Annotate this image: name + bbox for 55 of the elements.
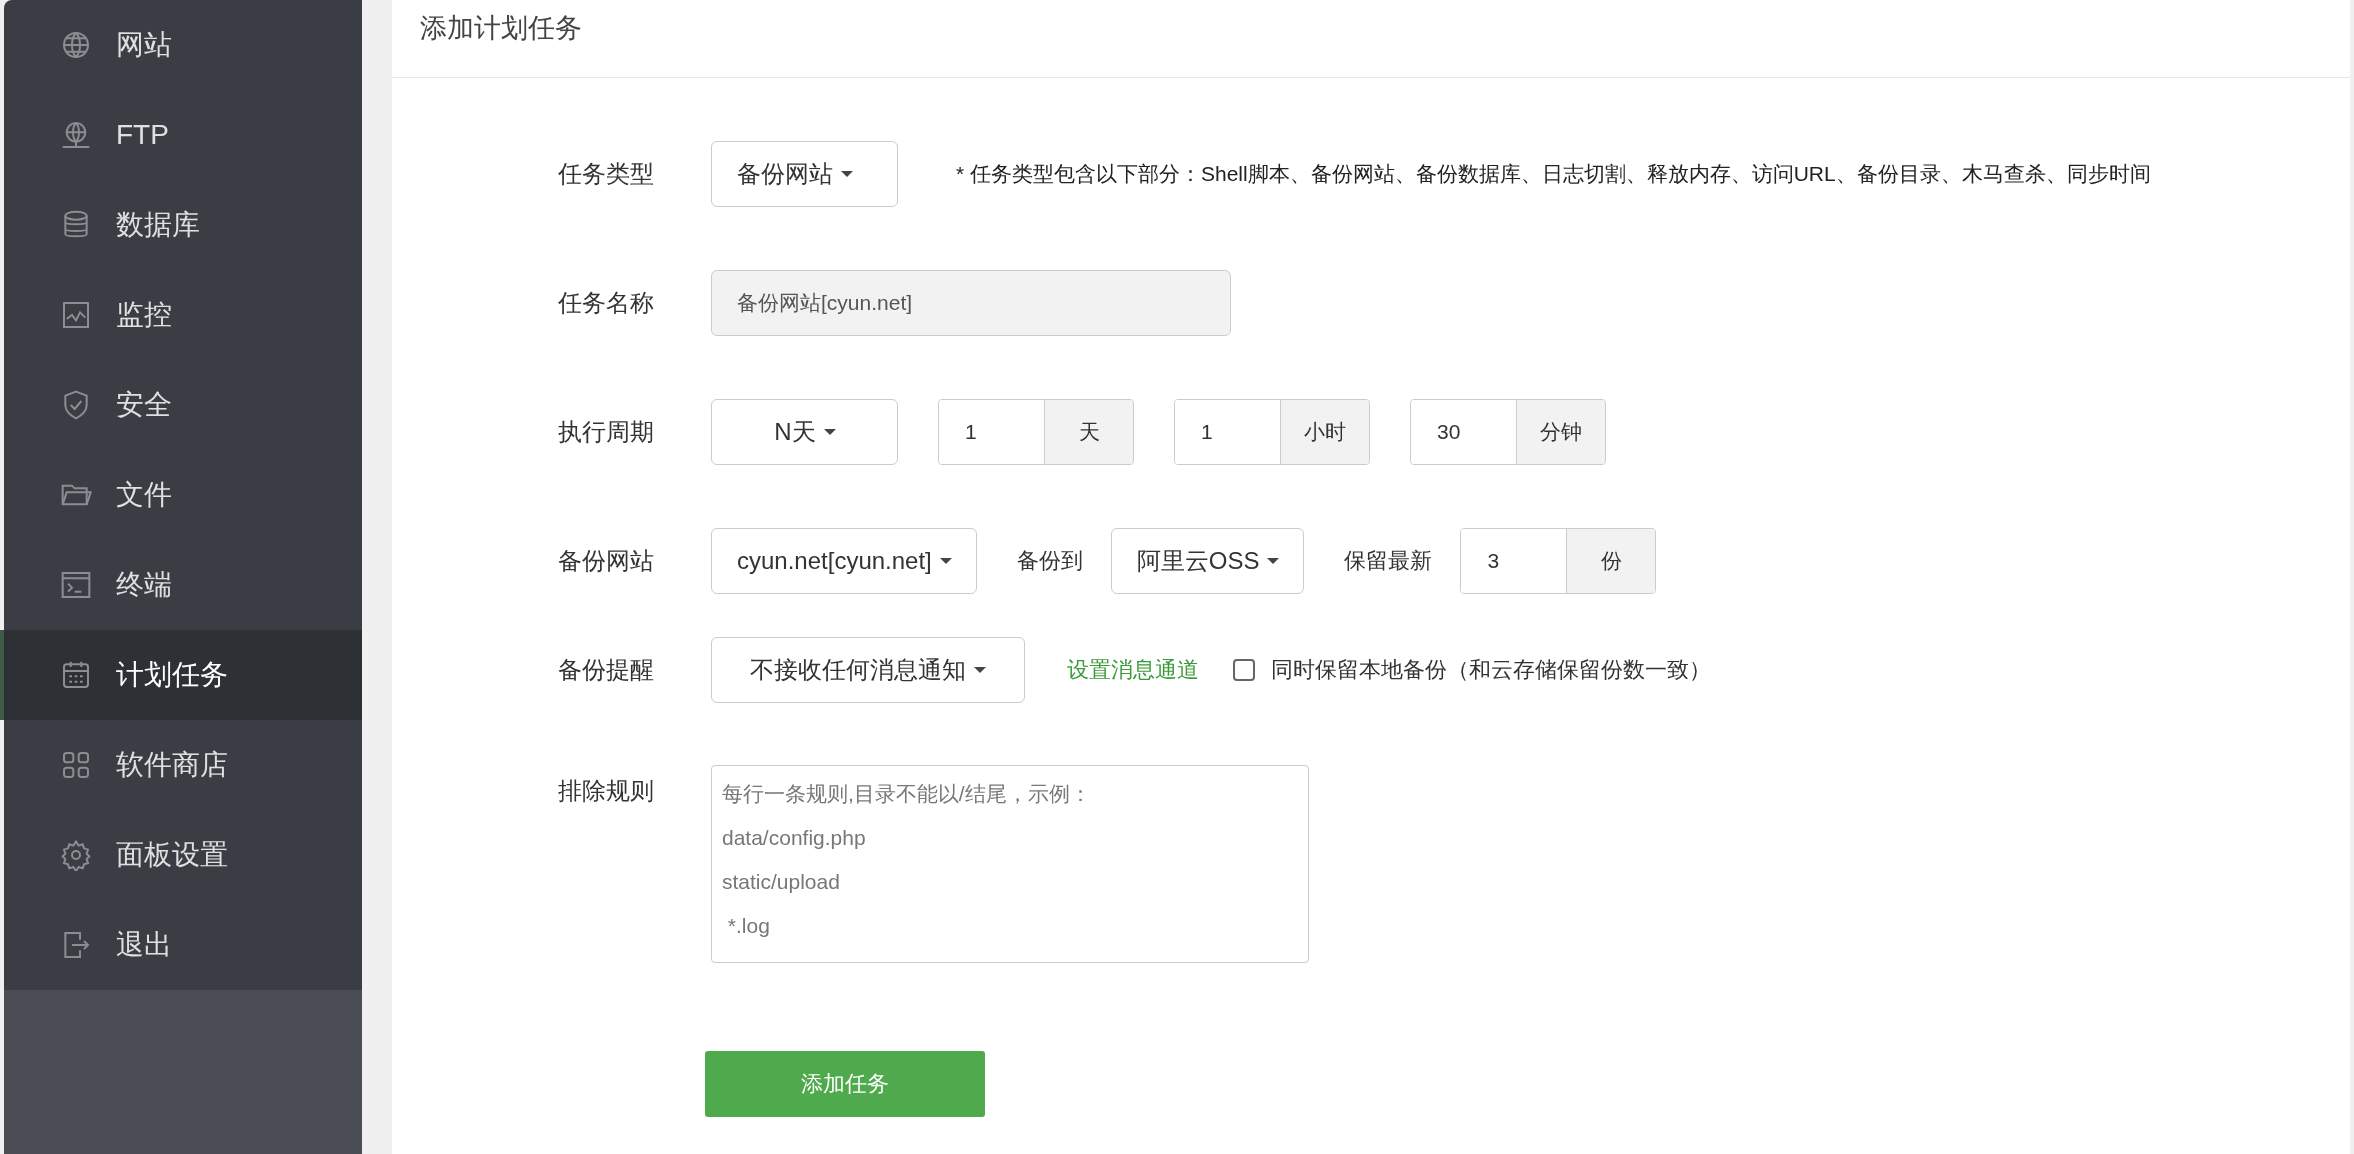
sidebar-item[interactable]: 计划任务: [0, 630, 362, 720]
sidebar-item[interactable]: 安全: [0, 360, 362, 450]
field-label: 备份到: [1016, 547, 1083, 575]
field-label: 任务类型: [558, 159, 655, 189]
field-label: 任务名称: [558, 288, 655, 318]
hint-text: * 任务类型包含以下部分：Shell脚本、备份网站、备份数据库、日志切割、释放内存、访问URL、备份目录、木马查杀、同步时间: [956, 161, 2151, 187]
storage-dropdown[interactable]: 阿里云OSS: [1110, 528, 1305, 594]
checkbox[interactable]: [1233, 659, 1255, 681]
sidebar-item[interactable]: 监控: [0, 270, 362, 360]
caret-icon: [1267, 558, 1280, 564]
sidebar-item[interactable]: 网站: [0, 0, 362, 90]
settings-icon: [60, 839, 92, 871]
sidebar-item[interactable]: 面板设置: [0, 810, 362, 900]
number-field[interactable]: 3: [1461, 529, 1568, 593]
settings-link[interactable]: 设置消息通道: [1067, 655, 1199, 685]
unit-addon: 份: [1567, 529, 1656, 593]
panel-title: 添加计划任务: [420, 12, 582, 45]
task-type-dropdown[interactable]: 备份网站: [711, 141, 898, 207]
unit-addon: 分钟: [1517, 400, 1605, 464]
number-input-group[interactable]: 3 份: [1460, 528, 1657, 594]
sidebar-item[interactable]: 文件: [0, 450, 362, 540]
caret-icon: [939, 558, 952, 564]
number-field[interactable]: 1: [1175, 400, 1281, 464]
site-dropdown[interactable]: cyun.net[cyun.net]: [711, 528, 977, 594]
number-field[interactable]: 30: [1411, 400, 1517, 464]
caret-icon: [841, 171, 853, 177]
unit-addon: 天: [1045, 400, 1133, 464]
exclude-rules-field[interactable]: 每行一条规则,目录不能以/结尾，示例： data/config.php static/upload *.log: [711, 765, 1309, 963]
caret-icon: [823, 429, 836, 435]
number-input-group[interactable]: 30 分钟: [1410, 399, 1606, 465]
sidebar-item[interactable]: 软件商店: [0, 720, 362, 810]
number-input-group[interactable]: 1 小时: [1174, 399, 1370, 465]
chart-icon: [60, 299, 92, 331]
globe-icon: [60, 29, 92, 61]
number-field[interactable]: 1: [939, 400, 1045, 464]
sidebar-item[interactable]: FTP: [0, 90, 362, 180]
checkbox-label: 同时保留本地备份（和云存储保留份数一致）: [1271, 656, 1711, 684]
caret-icon: [974, 667, 986, 673]
notify-dropdown[interactable]: 不接收任何消息通知: [711, 637, 1025, 703]
globe-icon: [60, 119, 92, 151]
unit-addon: 小时: [1281, 400, 1369, 464]
calendar-icon: [60, 659, 92, 691]
field-label: 备份网站: [558, 546, 655, 576]
field-label: 排除规则: [558, 776, 655, 806]
period-dropdown[interactable]: N天: [711, 399, 898, 465]
task-name-field[interactable]: 备份网站[cyun.net]: [711, 270, 1231, 336]
sidebar-item[interactable]: 数据库: [0, 180, 362, 270]
field-label: 备份提醒: [558, 655, 655, 685]
sidebar-item[interactable]: 终端: [0, 540, 362, 630]
field-label: 保留最新: [1344, 547, 1433, 575]
number-input-group[interactable]: 1 天: [938, 399, 1134, 465]
grid-icon: [60, 749, 92, 781]
field-label: 执行周期: [558, 417, 655, 447]
terminal-icon: [60, 569, 92, 601]
sidebar-item[interactable]: 退出: [0, 900, 362, 990]
